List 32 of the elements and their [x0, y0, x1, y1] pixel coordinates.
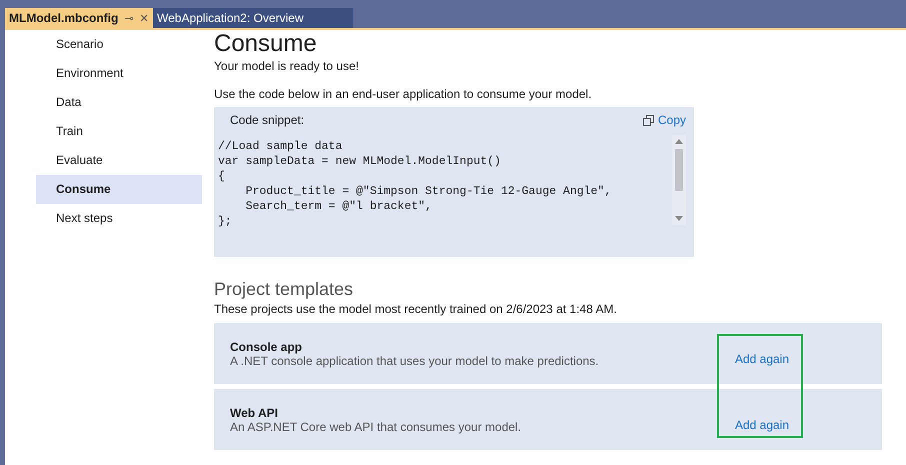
sidebar-item[interactable]: Consume	[36, 175, 202, 204]
add-again-link[interactable]: Add again	[734, 352, 789, 366]
sidebar-item[interactable]: Next steps	[36, 204, 202, 233]
template-description: A .NET console application that uses your model to make predictions.	[230, 354, 599, 368]
page-title: Consume	[214, 30, 318, 58]
code-line: //Load sample data	[218, 139, 344, 154]
status-text: Your model is ready to use!	[214, 58, 360, 74]
copy-link[interactable]: Copy	[642, 113, 686, 127]
document-tab[interactable]: WebApplication2: Overview	[153, 8, 353, 28]
add-again-link[interactable]: Add again	[734, 418, 789, 432]
templates-note: These projects use the model most recently trained on 2/6/2023 at 1:48 AM.	[214, 301, 618, 317]
template-name: Console app	[230, 340, 304, 354]
code-line: var sampleData = new MLModel.ModelInput()	[218, 154, 502, 169]
sidebar-item[interactable]: Train	[36, 117, 202, 146]
sidebar-item[interactable]: Data	[36, 88, 202, 117]
code-line: Search_term = @"l bracket",	[244, 199, 433, 214]
sidebar-item[interactable]: Evaluate	[36, 146, 202, 175]
template-description: An ASP.NET Core web API that consumes your model.	[230, 420, 522, 434]
code-line: };	[218, 214, 233, 229]
code-label: Code snippet:	[230, 113, 304, 127]
code-line: Product_title = @"Simpson Strong-Tie 12-Gauge Angle",	[244, 184, 612, 199]
sidebar-item[interactable]: Environment	[36, 59, 202, 88]
copy-icon	[642, 114, 654, 126]
instruction-text: Use the code below in an end-user application to consume your model.	[214, 86, 593, 102]
code-line: {	[218, 169, 226, 184]
section-title: Project templates	[214, 278, 354, 301]
close-icon[interactable]: ✕	[139, 12, 148, 24]
scrollbar-drawing[interactable]	[672, 135, 686, 225]
pin-icon[interactable]: ⊸	[124, 12, 134, 24]
template-name: Web API	[230, 406, 280, 420]
document-tab[interactable]: MLModel.mbconfig ⊸ ✕	[5, 8, 153, 28]
sidebar-item[interactable]: Scenario	[36, 30, 202, 59]
